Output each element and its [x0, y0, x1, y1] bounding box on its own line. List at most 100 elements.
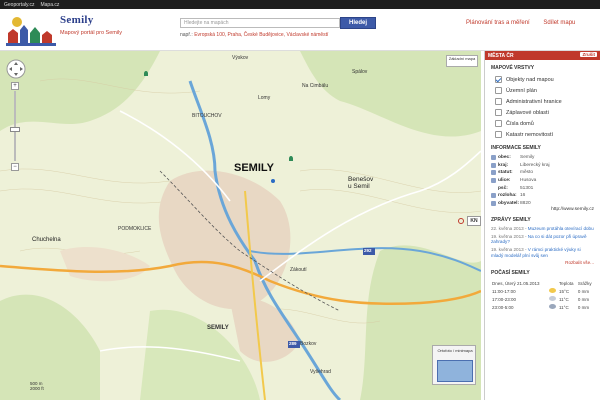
zoom-slider-handle[interactable] [10, 127, 20, 132]
panel-header: MĚSTA ČR Zrušit [485, 51, 600, 60]
info-row-obec: obec: Semily [491, 154, 600, 162]
hint-prefix: např.: [180, 32, 193, 38]
weather-table: Dnes, Úterý 21.05.2013 Teplota Srážky 11… [491, 279, 595, 311]
info-row-psc: psč: 51301 [491, 184, 600, 192]
checkbox[interactable] [495, 131, 502, 138]
layer-label: Záplavové oblasti [506, 109, 549, 116]
news-expand-link[interactable]: Rozbalit vše... [485, 260, 594, 265]
weather-rain: 0 mm [577, 296, 590, 302]
poi-marker[interactable] [271, 179, 275, 183]
panel-close-button[interactable]: Zrušit [580, 52, 597, 57]
coat-of-arms-icon [491, 155, 496, 161]
layer-label: Čísla domů [506, 120, 534, 127]
top-bar: Geoportaly.cz Mapa.cz [0, 0, 600, 9]
scale-feet: 2000 ft [30, 386, 44, 391]
route-planning-link[interactable]: Plánování tras a měření [466, 20, 530, 26]
info-value: 51301 [520, 185, 534, 191]
map-canvas[interactable]: SEMILY Benešov u Semil Chuchelna PODMOKL… [0, 51, 481, 400]
weather-time: 23:00-5:00 [492, 304, 514, 310]
basemap-switch[interactable]: Základní mapa [446, 55, 478, 67]
news-item[interactable]: 19. května 2013 - Na co si dát pozor při… [491, 234, 594, 245]
layer-cadastre[interactable]: Katastr nemovitostí [495, 129, 600, 140]
checkbox[interactable] [495, 109, 502, 116]
topbar-link-geoportaly[interactable]: Geoportaly.cz [4, 2, 34, 8]
layer-label: Katastr nemovitostí [506, 131, 554, 138]
info-key: kraj: [498, 162, 509, 168]
layer-flood[interactable]: Záplavové oblasti [495, 107, 600, 118]
zoom-out-button[interactable]: − [11, 163, 19, 171]
weather-temp: 11°C [559, 296, 569, 302]
tree-icon [144, 71, 148, 76]
checkbox[interactable] [495, 98, 502, 105]
info-key: obyvatel: [498, 200, 520, 206]
checkbox-checked[interactable] [495, 76, 502, 83]
map-label-zakouti: Zákoutí [290, 267, 307, 273]
brand-title[interactable]: Semily [60, 14, 94, 26]
info-row-statut: statut: město [491, 169, 600, 177]
map-label-cimbal: Na Cimbálu [302, 83, 329, 89]
zoom-slider[interactable] [14, 91, 16, 161]
magnifier-icon[interactable] [458, 218, 464, 224]
map-label-benesov: Benešov u Semil [348, 176, 374, 190]
info-key: ulice: [498, 178, 511, 184]
map-label-vysehrad: Vyšehrad [310, 369, 331, 375]
info-key: statut: [498, 170, 513, 176]
layer-admin[interactable]: Administrativní hranice [495, 96, 600, 107]
blank-icon [491, 186, 496, 191]
info-key: obec: [498, 155, 511, 161]
news-item[interactable]: 19. května 2013 - V rámci praktické výuk… [491, 247, 594, 258]
map-label-lomy: Lomy [258, 95, 271, 101]
info-value: Husova [520, 178, 537, 184]
layer-zoning[interactable]: Územní plán [495, 85, 600, 96]
layer-label: Objekty nad mapou [506, 76, 554, 83]
search-input[interactable]: Hledejte na mapách [180, 18, 340, 28]
map-label-podmoklice: PODMOKLICE [118, 226, 152, 232]
overview-minimap[interactable]: Ortofoto / minimapa [432, 345, 476, 385]
info-row-ulice: ulice: Husova [491, 177, 600, 185]
info-key: psč: [498, 185, 508, 191]
map-label-chuchelna: Chuchelna [32, 237, 61, 243]
weather-temp: 11°C [559, 304, 569, 310]
info-value: Liberecký kraj [520, 162, 550, 168]
weather-col-temp: Teplota [559, 280, 574, 286]
news-date: 22. května 2013 - [491, 226, 527, 232]
road-shield-292: 292 [364, 248, 372, 253]
news-date: 19. května 2013 - [491, 233, 527, 239]
topbar-link-mapa[interactable]: Mapa.cz [40, 2, 59, 8]
hint-examples[interactable]: Evropská 100, Praha, České Budějovice, V… [194, 32, 328, 38]
news-item[interactable]: 22. května 2013 - Muzeum protáhla otevír… [491, 226, 594, 232]
region-icon [491, 162, 496, 168]
checkbox[interactable] [495, 120, 502, 127]
city-website-link[interactable]: http://www.semily.cz [485, 207, 594, 212]
weather-rain: 0 mm [577, 288, 590, 294]
layer-objects[interactable]: Objekty nad mapou [495, 74, 600, 85]
weather-time: 11:00-17:00 [492, 288, 516, 294]
layer-house-numbers[interactable]: Čísla domů [495, 118, 600, 129]
weather-temp: 15°C [559, 288, 570, 294]
zoom-in-button[interactable]: + [11, 82, 19, 90]
layer-label: Územní plán [506, 87, 537, 94]
share-map-link[interactable]: Sdílet mapu [543, 20, 575, 26]
road-shield-289: 289 [289, 341, 297, 346]
weather-date: Dnes, Úterý 21.05.2013 [492, 280, 540, 286]
news-date: 19. května 2013 - [491, 246, 527, 252]
news-link[interactable]: Muzeum protáhla otevírací dobu [528, 226, 594, 231]
weather-time: 17:00-23:00 [492, 296, 517, 302]
info-value: Semily [520, 155, 535, 161]
cadastre-button[interactable]: KN [467, 216, 481, 226]
tree-icon [289, 156, 293, 161]
news-title: ZPRÁVY Semily [491, 217, 531, 224]
checkbox[interactable] [495, 87, 502, 94]
scale-bar: 500 m 2000 ft [30, 381, 44, 391]
area-icon [491, 193, 496, 199]
map-label-bitouchov: BITOUCHOV [192, 113, 222, 119]
minimap-viewport[interactable] [437, 360, 473, 382]
sun-cloud-icon [548, 288, 556, 294]
pan-control-icon[interactable] [6, 59, 26, 79]
map-label-semily-south: SEMILY [207, 325, 229, 331]
minimap-label: Ortofoto / minimapa [437, 348, 473, 353]
status-icon [491, 170, 496, 176]
header-links: Plánování tras a měření Sdílet mapu [466, 20, 587, 26]
search-button[interactable]: Hledej [340, 17, 376, 29]
map-topography [0, 51, 481, 400]
